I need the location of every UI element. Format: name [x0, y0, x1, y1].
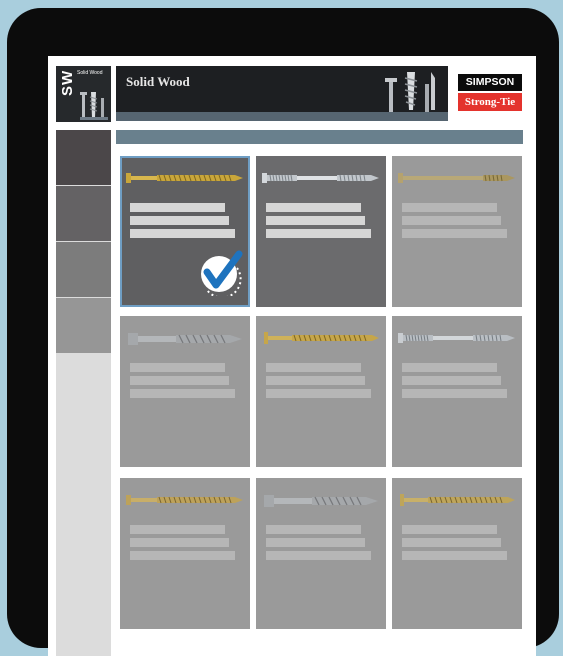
sidebar-tab-2[interactable]: [56, 186, 111, 242]
product-card-4[interactable]: [120, 316, 250, 467]
product-card-6[interactable]: [392, 316, 522, 467]
simpson-strong-tie-logo[interactable]: SIMPSON Strong-Tie: [458, 74, 522, 111]
product-detail-line: [266, 389, 371, 398]
product-card-1[interactable]: [120, 156, 250, 307]
product-title-line: [130, 203, 225, 212]
product-detail-line: [130, 551, 235, 560]
product-detail-line: [266, 551, 371, 560]
tablet-frame: SW Solid Wood Solid Wood SIMPSON Strong-…: [7, 8, 559, 656]
brand-top: SIMPSON: [458, 74, 522, 91]
product-card-8[interactable]: [256, 478, 386, 629]
product-detail-line: [130, 229, 235, 238]
product-card-9[interactable]: [392, 478, 522, 629]
logo-subtitle: Solid Wood: [77, 70, 103, 76]
product-detail-line: [130, 389, 235, 398]
bronze-long-screw-icon: [398, 173, 515, 183]
product-detail-line: [130, 538, 229, 547]
product-detail-line: [266, 376, 365, 385]
checkmark-badge-icon: [201, 250, 243, 296]
silver-long-screw-icon: [262, 173, 379, 183]
product-title-line: [266, 363, 361, 372]
page-title: Solid Wood: [126, 74, 190, 89]
screw-cluster-icon: [80, 92, 108, 120]
product-detail-line: [402, 376, 501, 385]
product-detail-line: [402, 551, 507, 560]
gold-washer-screw-icon: [400, 494, 515, 506]
app-screen: SW Solid Wood Solid Wood SIMPSON Strong-…: [48, 56, 536, 656]
product-title-line: [130, 525, 225, 534]
product-card-3[interactable]: [392, 156, 522, 307]
sw-logo[interactable]: SW Solid Wood: [56, 66, 111, 122]
product-detail-line: [402, 216, 501, 225]
sidebar-tab-3[interactable]: [56, 242, 111, 298]
product-title-line: [402, 363, 497, 372]
header-banner: Solid Wood: [116, 66, 448, 112]
product-title-line: [130, 363, 225, 372]
product-detail-line: [402, 538, 501, 547]
gray-hex-lag-screw-icon: [128, 333, 242, 345]
product-detail-line: [266, 229, 371, 238]
gold-washer-screw-icon: [264, 332, 379, 344]
product-detail-line: [130, 376, 229, 385]
product-card-5[interactable]: [256, 316, 386, 467]
product-title-line: [402, 203, 497, 212]
product-card-7[interactable]: [120, 478, 250, 629]
product-card-2[interactable]: [256, 156, 386, 307]
brand-bottom: Strong-Tie: [458, 93, 522, 111]
screw-cluster-icon: [385, 72, 435, 112]
gold-torx-screw-icon: [126, 495, 243, 505]
gray-hex-lag-screw-icon: [264, 495, 378, 507]
product-detail-line: [130, 216, 229, 225]
sidebar: [56, 130, 111, 656]
product-title-line: [266, 525, 361, 534]
product-detail-line: [402, 389, 507, 398]
gold-torx-screw-icon: [126, 173, 243, 183]
product-detail-line: [266, 538, 365, 547]
logo-mark: SW: [59, 69, 76, 96]
sidebar-tab-4[interactable]: [56, 298, 111, 354]
product-title-line: [402, 525, 497, 534]
product-detail-line: [402, 229, 507, 238]
product-title-line: [266, 203, 361, 212]
content-header-bar: [116, 130, 523, 144]
banner-strip: [116, 112, 448, 121]
sidebar-tab-1[interactable]: [56, 130, 111, 186]
silver-long-screw-icon: [398, 333, 515, 343]
product-detail-line: [266, 216, 365, 225]
